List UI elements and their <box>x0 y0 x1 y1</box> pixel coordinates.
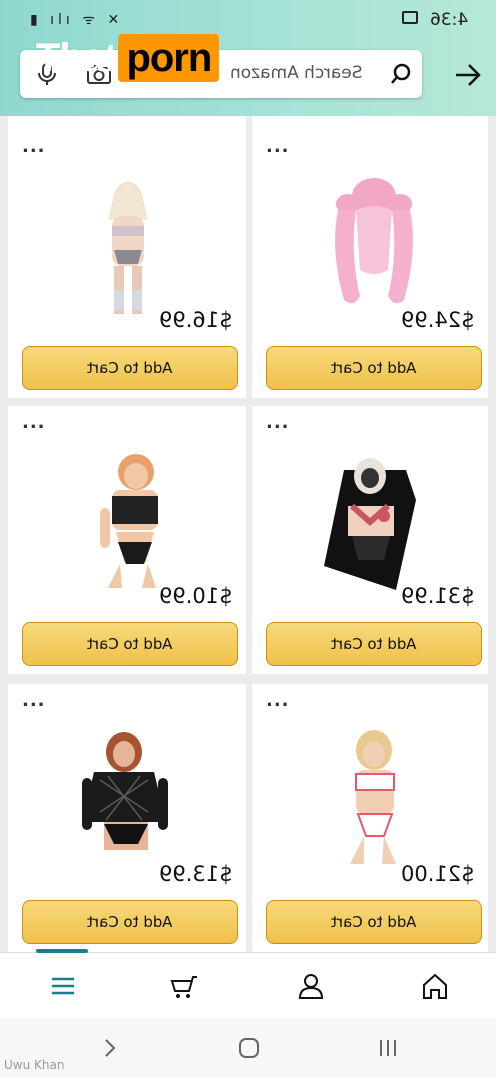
product-price: $16.99 <box>158 308 232 332</box>
product-card[interactable]: ... $24.99 Add to Cart <box>252 130 488 398</box>
cart-icon[interactable] <box>170 971 200 1001</box>
previous-card-edge <box>252 116 488 130</box>
watermark-logo: That porn <box>36 34 220 82</box>
bottom-navigation <box>0 949 496 1019</box>
more-options-icon[interactable]: ... <box>22 690 46 711</box>
product-card[interactable]: ... $13.99 Add to Cart <box>8 684 246 952</box>
product-card[interactable]: ... $10.99 Add to Cart <box>8 406 246 674</box>
search-icon[interactable] <box>390 63 412 85</box>
product-price: $10.99 <box>158 584 232 608</box>
more-options-icon[interactable]: ... <box>22 412 46 433</box>
product-image[interactable] <box>252 170 490 320</box>
account-icon[interactable] <box>296 971 326 1001</box>
more-options-icon[interactable]: ... <box>266 136 290 157</box>
product-image[interactable] <box>252 724 490 874</box>
product-card[interactable]: ... $31.99 Add to Cart <box>252 406 488 674</box>
more-options-icon[interactable]: ... <box>266 690 290 711</box>
add-to-cart-button[interactable]: Add to Cart <box>22 900 238 944</box>
arrow-right-icon[interactable] <box>454 62 482 88</box>
product-price: $21.00 <box>400 862 474 886</box>
more-options-icon[interactable]: ... <box>22 136 46 157</box>
add-to-cart-button[interactable]: Add to Cart <box>22 622 238 666</box>
product-price: $13.99 <box>158 862 232 886</box>
menu-icon[interactable] <box>48 971 78 1001</box>
product-price: $24.99 <box>400 308 474 332</box>
gallery-icon <box>402 11 418 24</box>
home-button-icon[interactable] <box>237 1036 261 1060</box>
status-icons: ▮ ılı ᯤ ✕ <box>30 12 124 28</box>
status-time: 4:36 <box>429 10 468 30</box>
recent-apps-icon[interactable] <box>376 1036 400 1060</box>
add-to-cart-button[interactable]: Add to Cart <box>22 346 238 390</box>
product-image[interactable] <box>252 446 490 596</box>
product-card[interactable]: ... $21.00 Add to Cart <box>252 684 488 952</box>
previous-card-edge <box>8 116 246 130</box>
product-price: $31.99 <box>400 584 474 608</box>
credit-text: Uwu Khan <box>4 1058 65 1072</box>
add-to-cart-button[interactable]: Add to Cart <box>266 346 482 390</box>
back-chevron-icon[interactable] <box>98 1036 122 1060</box>
product-card[interactable]: ... $16.99 Add to Cart <box>8 130 246 398</box>
product-image[interactable] <box>8 446 246 596</box>
search-input[interactable]: Search Amazon <box>230 63 363 83</box>
active-tab-indicator <box>36 949 88 953</box>
product-image[interactable] <box>8 724 246 874</box>
more-options-icon[interactable]: ... <box>266 412 290 433</box>
add-to-cart-button[interactable]: Add to Cart <box>266 900 482 944</box>
add-to-cart-button[interactable]: Add to Cart <box>266 622 482 666</box>
system-navigation: Uwu Khan <box>0 1018 496 1077</box>
home-icon[interactable] <box>420 971 450 1001</box>
product-image[interactable] <box>8 170 246 320</box>
